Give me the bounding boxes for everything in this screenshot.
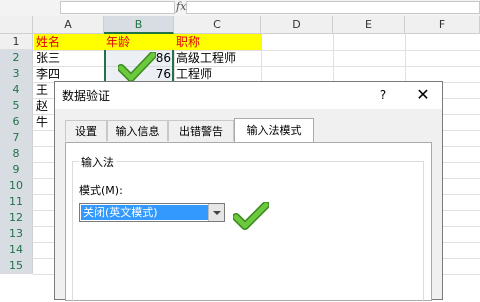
cell-a5[interactable]: 赵 [36, 98, 54, 114]
help-button[interactable]: ? [373, 86, 393, 104]
column-header-d[interactable]: D [261, 16, 333, 34]
tab-input-message[interactable]: 输入信息 [107, 120, 168, 141]
row-header[interactable]: 9 [0, 162, 33, 178]
checkmark-icon [118, 52, 156, 82]
cell-c3[interactable]: 工程师 [176, 66, 261, 82]
tab-settings[interactable]: 设置 [65, 120, 107, 141]
tab-error-alert[interactable]: 出错警告 [168, 120, 234, 141]
row-header[interactable]: 8 [0, 146, 33, 162]
dialog-title: 数据验证 [62, 89, 111, 103]
cell-c2[interactable]: 高级工程师 [176, 50, 261, 66]
row-header[interactable]: 13 [0, 226, 33, 242]
row-header[interactable]: 11 [0, 194, 33, 210]
mode-select[interactable]: 关闭(英文模式) [79, 203, 225, 222]
cell-a1[interactable]: 姓名 [34, 34, 104, 50]
column-header-c[interactable]: C [174, 16, 261, 34]
column-header-b[interactable]: B [104, 16, 174, 34]
row-header[interactable]: 12 [0, 210, 33, 226]
formula-bar: fx [0, 0, 480, 16]
group-label: 输入法 [79, 154, 116, 170]
mode-label: 模式(M): [79, 184, 123, 197]
row-header[interactable]: 4 [0, 82, 33, 98]
row-header[interactable]: 5 [0, 98, 33, 114]
cell-a3[interactable]: 李四 [36, 66, 102, 82]
cell-b1[interactable]: 年龄 [104, 34, 174, 50]
ime-group: 输入法 [72, 154, 424, 302]
column-header-f[interactable]: F [405, 16, 480, 34]
chevron-down-icon[interactable] [208, 204, 224, 221]
row-header[interactable]: 14 [0, 242, 33, 258]
cell-a4[interactable]: 王 [36, 82, 54, 98]
cell-a6[interactable]: 牛 [36, 114, 54, 130]
mode-selected-value[interactable]: 关闭(英文模式) [81, 205, 208, 220]
dialog-titlebar[interactable]: 数据验证 ? ✕ [55, 82, 442, 109]
cell-c1[interactable]: 职称 [174, 34, 261, 50]
row-header[interactable]: 6 [0, 114, 33, 130]
row-header[interactable]: 3 [0, 66, 33, 82]
row-header[interactable]: 2 [0, 50, 33, 66]
name-box[interactable] [60, 1, 175, 14]
data-validation-dialog: 数据验证 ? ✕ 设置 输入信息 出错警告 输入法模式 输入法 模式(M): 关… [54, 81, 443, 302]
row-header[interactable]: 1 [0, 34, 33, 50]
tab-ime-mode[interactable]: 输入法模式 [234, 118, 314, 143]
cell-a2[interactable]: 张三 [36, 50, 102, 66]
column-header-a[interactable]: A [33, 16, 104, 34]
fx-icon[interactable]: fx [176, 0, 186, 13]
formula-input[interactable] [186, 1, 480, 14]
row-header[interactable]: 10 [0, 178, 33, 194]
row-header[interactable]: 15 [0, 258, 33, 274]
row-header[interactable]: 7 [0, 130, 33, 146]
column-header-e[interactable]: E [333, 16, 405, 34]
checkmark-icon [233, 202, 269, 230]
close-button[interactable]: ✕ [413, 86, 433, 104]
select-all-corner[interactable] [0, 16, 33, 34]
